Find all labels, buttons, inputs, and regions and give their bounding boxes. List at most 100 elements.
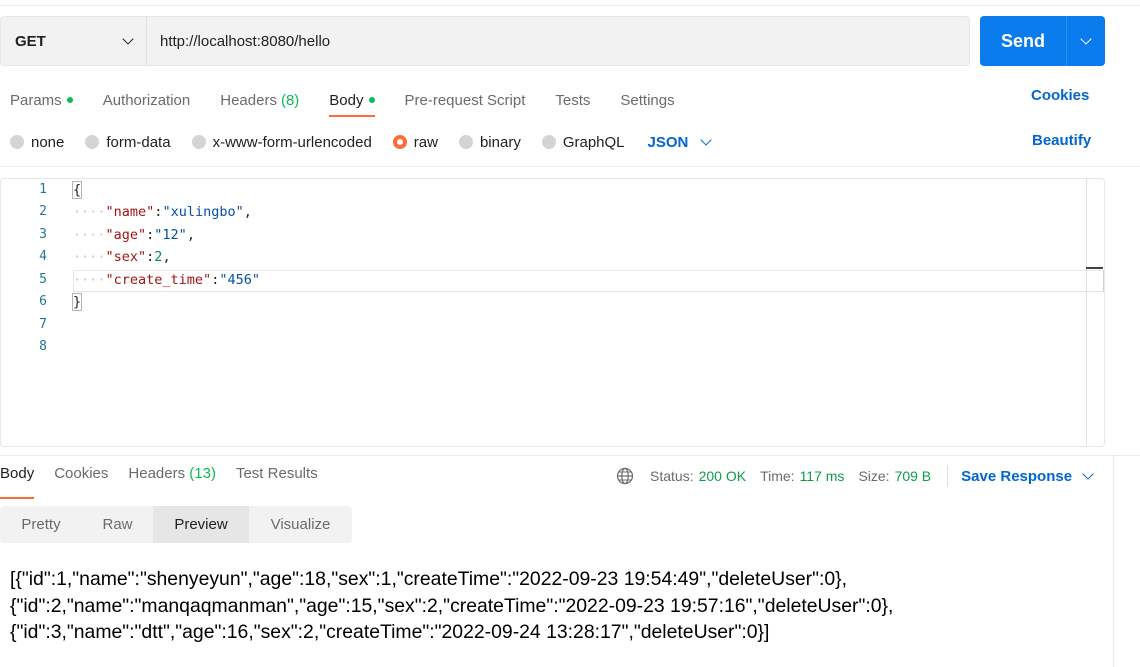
status-label: Status: <box>650 468 694 484</box>
code-brace: } <box>71 293 83 311</box>
body-format-select[interactable]: JSON <box>647 133 713 151</box>
radio-icon <box>85 135 100 149</box>
chevron-down-icon <box>1082 468 1094 480</box>
tab-label: Tests <box>555 91 591 109</box>
radio-label: binary <box>479 133 521 151</box>
chevron-down-icon <box>122 33 134 45</box>
tab-body[interactable]: Body <box>329 86 375 117</box>
tab-test-results[interactable]: Test Results <box>236 465 318 489</box>
status-dot-icon <box>66 97 73 103</box>
preview-line: [{"id":1,"name":"shenyeyun","age":18,"se… <box>10 568 848 590</box>
tab-response-body[interactable]: Body <box>0 465 35 499</box>
tab-settings[interactable]: Settings <box>620 86 674 114</box>
tab-authorization[interactable]: Authorization <box>103 86 191 114</box>
view-preview[interactable]: Preview <box>153 506 249 543</box>
tab-label: Test Results <box>235 465 318 482</box>
radio-icon <box>10 135 24 149</box>
panel-border <box>1113 455 1114 667</box>
tab-pre-request-script[interactable]: Pre-request Script <box>405 86 526 114</box>
code-key: "age" <box>105 227 147 243</box>
radio-none[interactable]: none <box>10 134 64 151</box>
body-format-label: JSON <box>647 133 689 151</box>
radio-icon <box>458 135 473 149</box>
response-meta: Status: 200 OK Time: 117 ms Size: 709 B … <box>616 465 1094 487</box>
code-value: "456" <box>219 272 260 288</box>
status-value[interactable]: 200 OK <box>699 468 746 484</box>
status-dot-icon <box>368 97 375 103</box>
response-tabs: Body Cookies Headers (13) Test Results <box>0 465 338 499</box>
response-preview: [{"id":1,"name":"shenyeyun","age":18,"se… <box>10 566 893 646</box>
body-editor[interactable]: 1 2 3 4 5 6 7 8 { ····"name":"xulingbo",… <box>0 178 1105 447</box>
radio-label: raw <box>413 133 438 151</box>
line-number: 4 <box>39 249 47 264</box>
radio-icon <box>541 135 556 149</box>
view-mode-switcher: Pretty Raw Preview Visualize <box>0 506 352 543</box>
code-value: "12" <box>154 227 187 243</box>
tab-headers[interactable]: Headers (8) <box>220 86 299 114</box>
cookies-link[interactable]: Cookies <box>1031 87 1089 104</box>
line-number-gutter: 1 2 3 4 5 6 7 8 <box>1 179 61 446</box>
code-value: "xulingbo" <box>162 204 244 220</box>
code-key: "create_time" <box>105 272 212 288</box>
view-raw[interactable]: Raw <box>82 506 153 543</box>
send-button[interactable]: Send <box>980 16 1066 66</box>
radio-selected-icon <box>392 135 407 149</box>
scrollbar-marker <box>1086 267 1103 269</box>
editor-scrollbar[interactable] <box>1086 179 1104 446</box>
radio-raw[interactable]: raw <box>392 133 438 151</box>
send-options-button[interactable] <box>1067 16 1105 66</box>
tab-count: (8) <box>280 91 300 109</box>
tab-response-cookies[interactable]: Cookies <box>54 465 108 489</box>
request-url-bar: GET <box>0 16 970 66</box>
code-line: ····"name":"xulingbo", <box>73 204 252 220</box>
globe-icon[interactable] <box>616 467 634 485</box>
save-response-button[interactable]: Save Response <box>961 468 1094 485</box>
tab-count: (13) <box>189 465 216 482</box>
method-select[interactable]: GET <box>1 17 147 65</box>
view-pretty[interactable]: Pretty <box>0 506 82 543</box>
radio-label: form-data <box>106 133 171 151</box>
time-value[interactable]: 117 ms <box>800 468 845 484</box>
line-number: 1 <box>39 182 47 197</box>
tab-label: Pre-request Script <box>404 91 526 109</box>
radio-form-data[interactable]: form-data <box>85 133 171 151</box>
radio-graphql[interactable]: GraphQL <box>541 134 625 151</box>
code-line: } <box>71 291 83 313</box>
code-line: ····"sex":2, <box>73 249 171 265</box>
preview-line: {"id":2,"name":"manqaqmanman","age":15,"… <box>10 594 894 617</box>
line-number: 3 <box>39 227 47 242</box>
send-button-group: Send <box>980 16 1105 66</box>
line-number: 7 <box>39 317 47 332</box>
tab-tests[interactable]: Tests <box>555 86 590 114</box>
radio-binary[interactable]: binary <box>458 133 521 151</box>
beautify-link[interactable]: Beautify <box>1032 132 1091 149</box>
radio-label: none <box>31 133 65 151</box>
tab-params[interactable]: Params <box>10 86 73 114</box>
radio-label: x-www-form-urlencoded <box>212 133 372 151</box>
line-number: 5 <box>39 272 47 287</box>
chevron-down-icon <box>700 134 713 146</box>
code-brace: { <box>71 181 83 199</box>
divider <box>0 166 1140 167</box>
tab-label: Params <box>10 91 62 109</box>
size-value[interactable]: 709 B <box>895 468 932 484</box>
method-label: GET <box>15 32 46 50</box>
tab-label: Headers <box>220 91 277 109</box>
time-label: Time: <box>760 468 795 484</box>
tab-response-headers[interactable]: Headers (13) <box>128 465 216 489</box>
tab-label: Settings <box>620 91 675 109</box>
code-line: ····"create_time":"456" <box>73 272 260 288</box>
url-input[interactable] <box>147 17 969 65</box>
view-visualize[interactable]: Visualize <box>249 506 352 543</box>
chevron-down-icon <box>1080 33 1092 45</box>
tab-label: Headers <box>128 465 186 482</box>
radio-urlencoded[interactable]: x-www-form-urlencoded <box>191 133 372 151</box>
code-key: "name" <box>105 204 155 220</box>
line-number: 6 <box>39 294 47 309</box>
code-key: "sex" <box>105 249 147 265</box>
line-number: 8 <box>39 339 47 354</box>
code-line: { <box>71 179 83 201</box>
divider <box>0 455 1140 456</box>
top-divider <box>0 5 1140 6</box>
body-type-radios: none form-data x-www-form-urlencoded raw… <box>10 131 713 153</box>
